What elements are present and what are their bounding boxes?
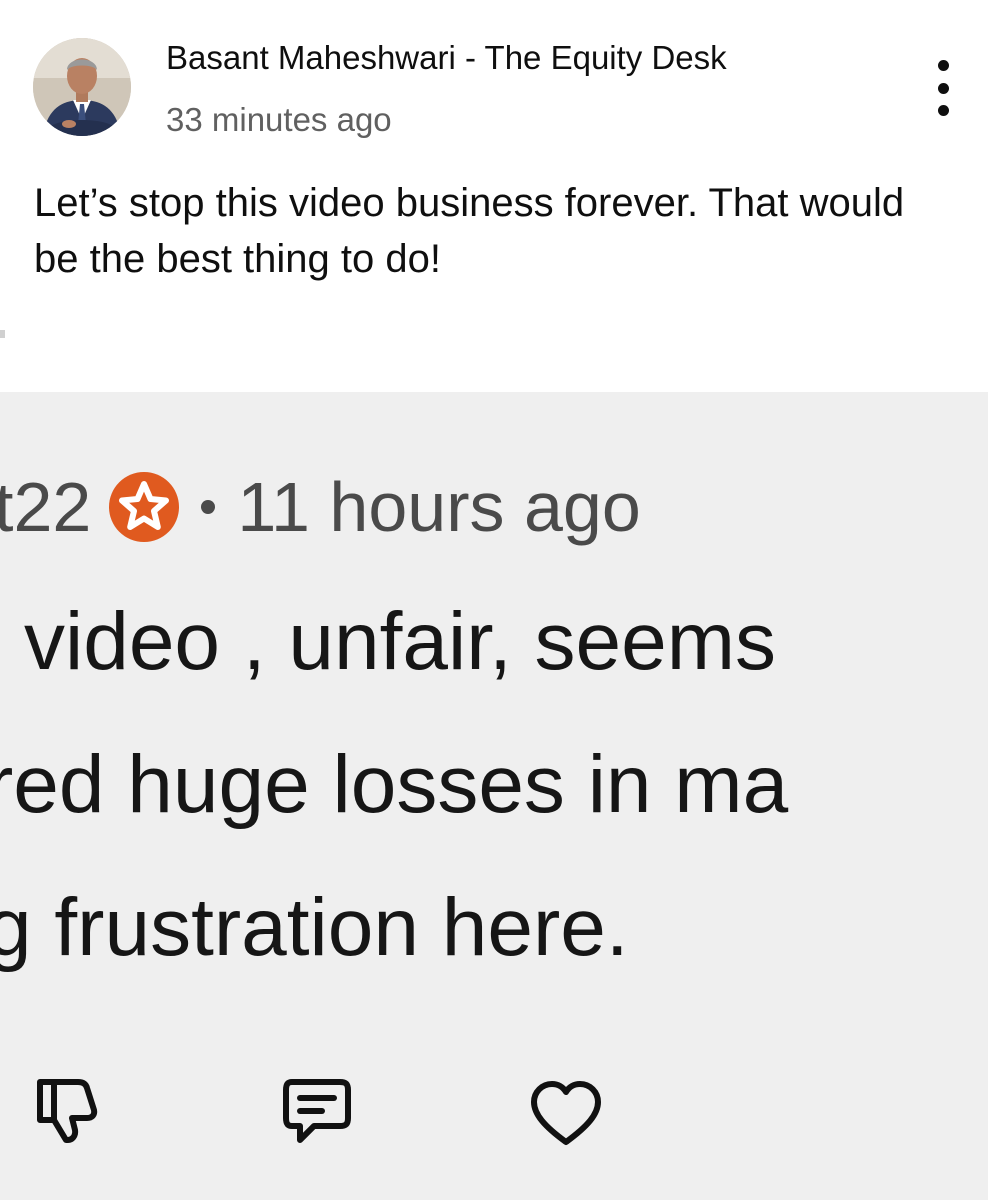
comment-line: video , unfair, seems [24,596,777,687]
comment-username: t22 [0,468,92,546]
menu-dot [937,82,949,94]
page: Basant Maheshwari - The Equity Desk 33 m… [0,0,988,1200]
thumbs-down-icon [28,1070,108,1150]
star-badge-icon [107,470,181,544]
menu-dot [937,105,949,116]
post-body-text: Let’s stop this video business forever. … [34,181,905,281]
comment-line: red huge losses in ma [0,739,789,830]
post-timestamp: 33 minutes ago [166,101,392,138]
comment-time: 11 hours ago [237,468,641,546]
more-vert-icon[interactable] [925,60,961,116]
author-name[interactable]: Basant Maheshwari - The Equity Desk [166,38,727,78]
author-avatar[interactable] [33,38,131,136]
avatar-photo [33,38,131,136]
menu-dot [937,60,949,71]
comment-screenshot-image: t22 11 hours ago video , unfair, seems r… [0,392,988,1200]
separator-dot [201,500,216,514]
community-post: Basant Maheshwari - The Equity Desk 33 m… [0,0,988,392]
heart-icon [526,1076,606,1156]
comment-line: g frustration here. [0,882,629,973]
divider-mark [0,330,5,338]
reply-comment-icon [278,1074,358,1154]
comment-meta: t22 11 hours ago [0,462,641,552]
